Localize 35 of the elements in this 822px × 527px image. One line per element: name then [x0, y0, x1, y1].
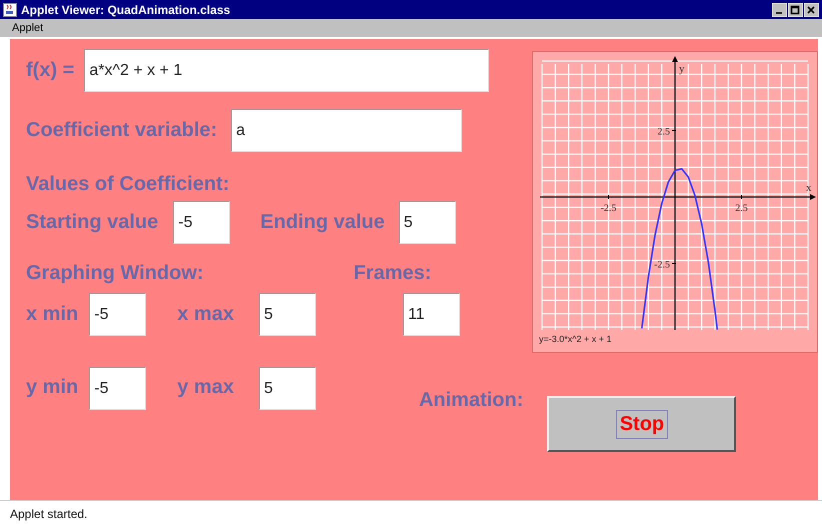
input-field[interactable]: -5 [173, 201, 230, 244]
field-label: f(x) = [26, 59, 74, 82]
animation-label: Animation: [418, 389, 524, 412]
input-field[interactable]: a*x^2 + x + 1 [84, 49, 490, 92]
field-label: y max [177, 376, 234, 399]
section-heading: Graphing Window: [26, 262, 204, 285]
tick-label: 2.5 [735, 203, 748, 214]
tick-label: 2.5 [658, 126, 670, 138]
axis-label: y [679, 63, 684, 75]
maximize-button[interactable] [788, 2, 803, 16]
input-field[interactable]: -5 [89, 367, 146, 410]
close-button[interactable] [804, 2, 819, 16]
tick-label: -2.5 [654, 260, 670, 270]
section-heading: Frames: [354, 262, 432, 285]
app-icon [3, 2, 17, 16]
input-field[interactable]: 5 [258, 293, 316, 336]
input-field[interactable]: a [231, 109, 462, 152]
menu-item[interactable]: Applet [12, 22, 44, 34]
window-title: Applet Viewer: QuadAnimation.class [21, 2, 232, 16]
status-text: Applet started. [10, 507, 88, 521]
input-field[interactable]: -5 [89, 293, 146, 336]
section-heading: Values of Coefficient: [26, 173, 230, 196]
minimize-button[interactable] [772, 2, 787, 16]
input-field[interactable]: 11 [402, 293, 460, 336]
axis-label: x [806, 182, 812, 194]
graph-caption: y=-3.0*x^2 + x + 1 [538, 333, 613, 346]
tick-label: -2.5 [600, 203, 616, 214]
field-label: y min [26, 376, 78, 399]
field-label: x max [177, 303, 234, 326]
field-label: x min [26, 303, 78, 326]
field-label: Ending value [260, 211, 385, 234]
field-label: Coefficient variable: [26, 119, 218, 142]
field-label: Starting value [26, 211, 158, 234]
input-field[interactable]: 5 [258, 367, 316, 410]
input-field[interactable]: 5 [398, 201, 456, 244]
